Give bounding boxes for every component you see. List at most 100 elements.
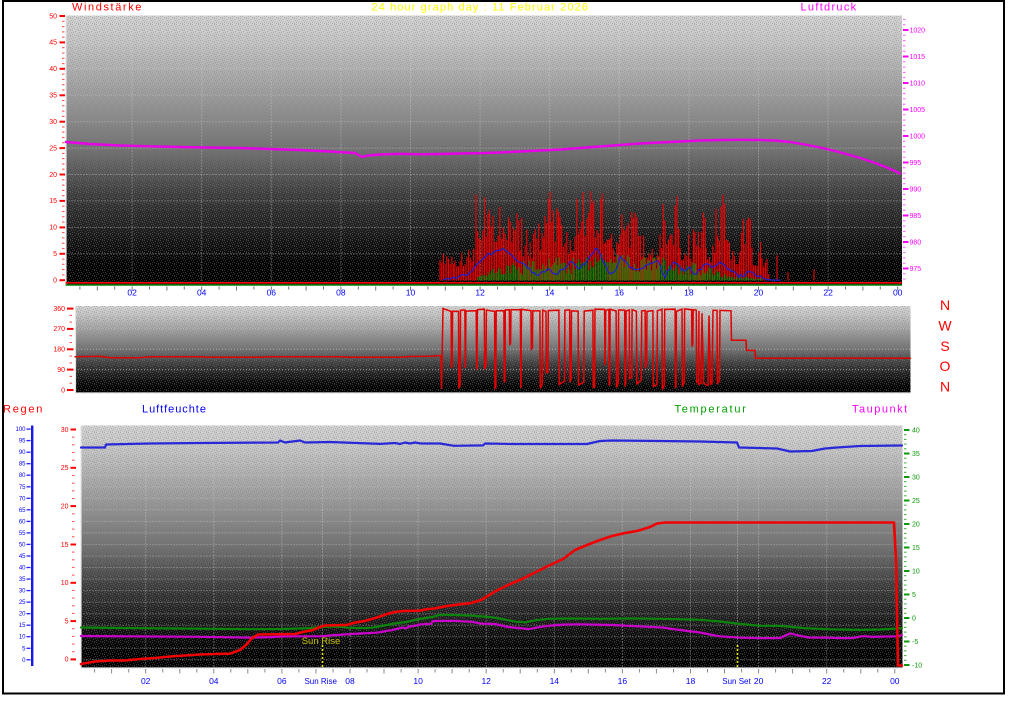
svg-text:20: 20 bbox=[754, 676, 764, 686]
svg-text:20: 20 bbox=[912, 521, 920, 528]
svg-text:16: 16 bbox=[618, 676, 628, 686]
svg-text:18: 18 bbox=[684, 288, 694, 298]
svg-text:Luftdruck: Luftdruck bbox=[801, 1, 858, 13]
svg-text:1020: 1020 bbox=[910, 28, 926, 35]
svg-text:25: 25 bbox=[61, 465, 69, 472]
svg-text:90: 90 bbox=[57, 367, 65, 374]
svg-text:25: 25 bbox=[19, 600, 26, 606]
svg-text:04: 04 bbox=[209, 676, 219, 686]
svg-text:10: 10 bbox=[19, 635, 26, 641]
svg-text:45: 45 bbox=[49, 40, 57, 47]
svg-text:Sun Rise: Sun Rise bbox=[302, 636, 341, 647]
svg-text:15: 15 bbox=[19, 623, 26, 629]
svg-text:22: 22 bbox=[823, 288, 833, 298]
svg-text:20: 20 bbox=[61, 503, 69, 510]
svg-text:25: 25 bbox=[49, 145, 57, 152]
svg-text:30: 30 bbox=[19, 589, 26, 595]
svg-text:20: 20 bbox=[49, 172, 57, 179]
svg-text:10: 10 bbox=[61, 580, 69, 587]
svg-text:985: 985 bbox=[910, 213, 922, 220]
svg-text:-10: -10 bbox=[912, 662, 922, 669]
svg-text:04: 04 bbox=[197, 288, 207, 298]
svg-text:15: 15 bbox=[912, 545, 920, 552]
svg-text:25: 25 bbox=[912, 498, 920, 505]
svg-text:Taupunkt: Taupunkt bbox=[852, 404, 909, 416]
svg-text:10: 10 bbox=[413, 676, 423, 686]
svg-text:14: 14 bbox=[545, 288, 555, 298]
svg-text:60: 60 bbox=[19, 519, 26, 525]
svg-text:85: 85 bbox=[19, 462, 26, 468]
svg-text:1005: 1005 bbox=[910, 107, 926, 114]
svg-text:18: 18 bbox=[686, 676, 696, 686]
svg-text:Sun Set: Sun Set bbox=[722, 677, 751, 686]
svg-text:40: 40 bbox=[49, 66, 57, 73]
svg-text:360: 360 bbox=[53, 306, 65, 313]
svg-text:O: O bbox=[940, 358, 951, 374]
svg-text:S: S bbox=[940, 338, 949, 354]
svg-text:40: 40 bbox=[19, 566, 26, 572]
svg-text:90: 90 bbox=[19, 450, 26, 456]
svg-text:0: 0 bbox=[65, 657, 69, 664]
svg-text:995: 995 bbox=[910, 160, 922, 167]
svg-text:Windstärke: Windstärke bbox=[72, 1, 143, 13]
svg-text:W: W bbox=[938, 317, 952, 333]
svg-text:Sun Rise: Sun Rise bbox=[304, 677, 337, 686]
svg-text:50: 50 bbox=[19, 542, 26, 548]
svg-text:40: 40 bbox=[912, 427, 920, 434]
svg-text:1000: 1000 bbox=[910, 134, 926, 141]
svg-text:70: 70 bbox=[19, 496, 26, 502]
svg-text:20: 20 bbox=[754, 288, 764, 298]
svg-text:02: 02 bbox=[141, 676, 151, 686]
svg-text:1010: 1010 bbox=[910, 81, 926, 88]
svg-text:35: 35 bbox=[912, 451, 920, 458]
svg-text:N: N bbox=[940, 297, 950, 313]
svg-text:16: 16 bbox=[615, 288, 625, 298]
svg-text:30: 30 bbox=[61, 427, 69, 434]
svg-text:02: 02 bbox=[127, 288, 137, 298]
svg-text:15: 15 bbox=[49, 198, 57, 205]
svg-text:30: 30 bbox=[912, 474, 920, 481]
svg-text:14: 14 bbox=[550, 676, 560, 686]
svg-text:Luftfeuchte: Luftfeuchte bbox=[142, 404, 207, 416]
svg-text:180: 180 bbox=[53, 347, 65, 354]
svg-text:00: 00 bbox=[893, 288, 903, 298]
svg-text:00: 00 bbox=[890, 676, 900, 686]
svg-text:990: 990 bbox=[910, 187, 922, 194]
svg-text:0: 0 bbox=[53, 278, 57, 285]
svg-text:12: 12 bbox=[481, 676, 491, 686]
svg-text:0: 0 bbox=[912, 615, 916, 622]
svg-text:10: 10 bbox=[49, 225, 57, 232]
svg-text:15: 15 bbox=[61, 542, 69, 549]
svg-text:24 hour graph day : 11 Februar: 24 hour graph day : 11 Februar 2026 bbox=[372, 1, 589, 13]
svg-text:08: 08 bbox=[345, 676, 355, 686]
svg-text:95: 95 bbox=[19, 439, 26, 445]
svg-text:75: 75 bbox=[19, 485, 26, 491]
svg-text:980: 980 bbox=[910, 240, 922, 247]
svg-text:30: 30 bbox=[49, 119, 57, 126]
svg-text:5: 5 bbox=[912, 592, 916, 599]
svg-text:975: 975 bbox=[910, 266, 922, 273]
svg-text:10: 10 bbox=[912, 568, 920, 575]
svg-text:80: 80 bbox=[19, 473, 26, 479]
svg-text:08: 08 bbox=[336, 288, 346, 298]
svg-text:35: 35 bbox=[49, 93, 57, 100]
svg-text:35: 35 bbox=[19, 577, 26, 583]
svg-text:1015: 1015 bbox=[910, 54, 926, 61]
svg-text:270: 270 bbox=[53, 326, 65, 333]
svg-text:Temperatur: Temperatur bbox=[675, 404, 748, 416]
svg-text:45: 45 bbox=[19, 554, 26, 560]
svg-text:50: 50 bbox=[49, 13, 57, 20]
svg-text:65: 65 bbox=[19, 508, 26, 514]
svg-text:06: 06 bbox=[267, 288, 277, 298]
svg-text:5: 5 bbox=[65, 618, 69, 625]
svg-text:06: 06 bbox=[277, 676, 287, 686]
svg-text:0: 0 bbox=[61, 387, 65, 394]
svg-text:100: 100 bbox=[15, 427, 26, 433]
svg-text:55: 55 bbox=[19, 531, 26, 537]
svg-text:5: 5 bbox=[53, 251, 57, 258]
svg-text:Regen: Regen bbox=[3, 404, 44, 416]
svg-text:-5: -5 bbox=[912, 639, 918, 646]
svg-text:10: 10 bbox=[406, 288, 416, 298]
svg-text:22: 22 bbox=[822, 676, 832, 686]
svg-text:12: 12 bbox=[475, 288, 485, 298]
